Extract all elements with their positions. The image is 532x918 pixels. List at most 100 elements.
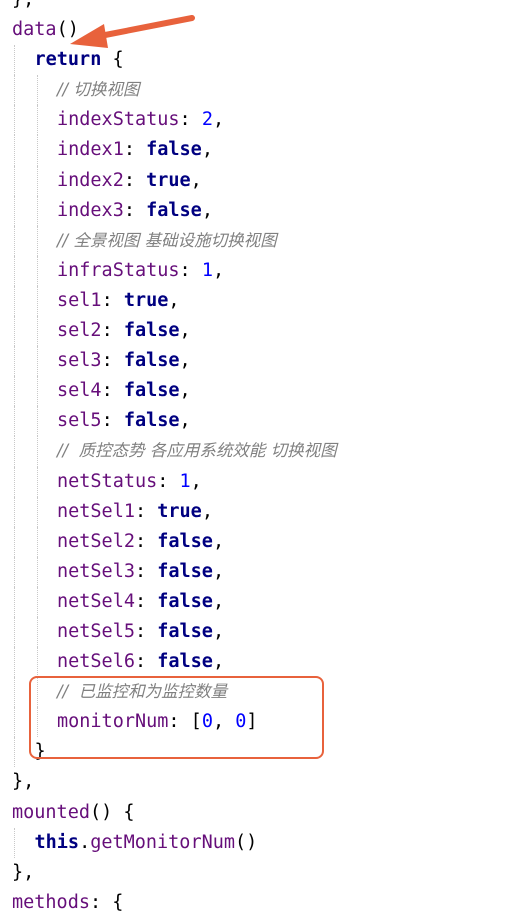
code-token: : bbox=[134, 530, 158, 552]
code-token: : { bbox=[89, 891, 124, 913]
code-token: index2 bbox=[57, 169, 124, 191]
code-token: index1 bbox=[57, 139, 124, 161]
code-token: , bbox=[212, 651, 225, 673]
code-token: false bbox=[157, 530, 213, 552]
code-line[interactable]: infraStatus: 1, bbox=[0, 255, 532, 286]
indent-guide bbox=[36, 105, 38, 136]
code-token: false bbox=[146, 139, 202, 161]
code-token: : bbox=[134, 620, 158, 642]
indent-guide bbox=[36, 75, 38, 106]
code-line[interactable]: netStatus: 1, bbox=[0, 466, 532, 497]
indent-guide bbox=[36, 376, 38, 407]
code-token: true bbox=[146, 169, 191, 191]
code-token: , bbox=[212, 259, 225, 281]
indent-guide bbox=[36, 466, 38, 497]
code-token: : bbox=[101, 320, 124, 342]
indent-guide bbox=[14, 616, 15, 648]
code-line[interactable]: netSel1: true, bbox=[0, 496, 532, 527]
code-token: , bbox=[212, 109, 225, 131]
code-token: 1 bbox=[201, 259, 213, 281]
code-token: netSel1 bbox=[57, 500, 135, 522]
indent-guide bbox=[14, 316, 15, 347]
indent-guide bbox=[14, 496, 15, 527]
indent-guide bbox=[14, 737, 15, 768]
code-token: index3 bbox=[57, 199, 124, 221]
code-token: methods bbox=[12, 891, 90, 913]
code-token: // 切换视图 bbox=[57, 80, 140, 100]
code-token: true bbox=[157, 500, 202, 522]
code-line[interactable]: netSel3: false, bbox=[0, 556, 532, 587]
code-line[interactable]: sel5: false, bbox=[0, 406, 532, 437]
code-token: // 质控态势 各应用系统效能 切换视图 bbox=[57, 441, 337, 461]
indent-guide bbox=[36, 316, 38, 347]
indent-guide bbox=[36, 225, 38, 256]
code-token: , bbox=[201, 139, 213, 161]
code-line[interactable]: indexStatus: 2, bbox=[0, 105, 532, 136]
code-token: , bbox=[179, 320, 191, 342]
code-token: // 全景视图 基础设施切换视图 bbox=[57, 230, 277, 250]
code-token: indexStatus bbox=[57, 109, 180, 131]
code-token: , bbox=[168, 289, 180, 311]
code-line[interactable]: netSel4: false, bbox=[0, 586, 532, 617]
code-line[interactable]: }, bbox=[0, 858, 532, 888]
code-token: : bbox=[101, 380, 124, 402]
code-token: infraStatus bbox=[57, 259, 180, 281]
code-line[interactable]: netSel5: false, bbox=[0, 616, 532, 648]
code-token: netSel5 bbox=[57, 620, 135, 642]
indent-guide bbox=[36, 135, 38, 166]
code-line[interactable]: // 全景视图 基础设施切换视图 bbox=[0, 225, 532, 256]
code-line[interactable]: sel3: false, bbox=[0, 346, 532, 377]
code-line[interactable]: this.getMonitorNum() bbox=[0, 827, 532, 858]
code-token: netSel6 bbox=[57, 651, 135, 673]
code-token: , bbox=[201, 500, 213, 522]
indent-guide bbox=[14, 376, 15, 407]
code-line[interactable]: sel2: false, bbox=[0, 316, 532, 347]
code-token: mounted bbox=[12, 801, 90, 823]
indent-guide bbox=[14, 195, 15, 226]
code-line[interactable]: mounted() { bbox=[0, 798, 532, 828]
code-token: true bbox=[123, 289, 169, 311]
code-token: this bbox=[34, 831, 80, 853]
code-token: false bbox=[157, 651, 213, 673]
code-line[interactable]: index1: false, bbox=[0, 135, 532, 166]
indent-guide bbox=[36, 285, 38, 317]
code-editor[interactable]: },data()return {// 切换视图indexStatus: 2,in… bbox=[0, 0, 532, 918]
code-line[interactable]: netSel6: false, bbox=[0, 647, 532, 678]
indent-guide bbox=[36, 616, 38, 648]
code-line[interactable]: index3: false, bbox=[0, 195, 532, 226]
code-token: }, bbox=[12, 771, 35, 793]
code-token: : bbox=[157, 470, 180, 492]
indent-guide bbox=[14, 586, 15, 617]
code-line[interactable]: netSel2: false, bbox=[0, 526, 532, 557]
indent-guide bbox=[14, 225, 15, 256]
code-token: false bbox=[157, 620, 213, 642]
code-token: , bbox=[212, 590, 225, 612]
code-token: : bbox=[179, 259, 202, 281]
code-token: , bbox=[179, 410, 191, 432]
code-line[interactable]: methods: { bbox=[0, 888, 532, 918]
code-token: false bbox=[123, 320, 180, 342]
code-token: : bbox=[134, 590, 158, 612]
indent-guide bbox=[14, 827, 15, 858]
code-token: netSel4 bbox=[57, 590, 135, 612]
code-line[interactable]: sel4: false, bbox=[0, 376, 532, 407]
code-token: netSel3 bbox=[57, 560, 135, 582]
code-token: . bbox=[79, 831, 91, 853]
indent-guide bbox=[14, 466, 15, 497]
indent-guide bbox=[14, 45, 15, 76]
code-token: 2 bbox=[201, 109, 213, 131]
code-token: , bbox=[212, 530, 225, 552]
indent-guide bbox=[36, 195, 38, 226]
code-token: : bbox=[123, 199, 147, 221]
code-line[interactable]: }, bbox=[0, 767, 532, 797]
code-line[interactable]: // 质控态势 各应用系统效能 切换视图 bbox=[0, 436, 532, 467]
code-line[interactable]: index2: true, bbox=[0, 165, 532, 196]
code-line[interactable]: sel1: true, bbox=[0, 285, 532, 317]
indent-guide bbox=[36, 165, 38, 196]
code-token: netStatus bbox=[57, 470, 158, 492]
code-token: false bbox=[157, 590, 213, 612]
code-line[interactable]: // 切换视图 bbox=[0, 75, 532, 106]
code-token: : bbox=[101, 289, 124, 311]
code-token: : bbox=[123, 169, 147, 191]
indent-guide bbox=[36, 526, 38, 557]
